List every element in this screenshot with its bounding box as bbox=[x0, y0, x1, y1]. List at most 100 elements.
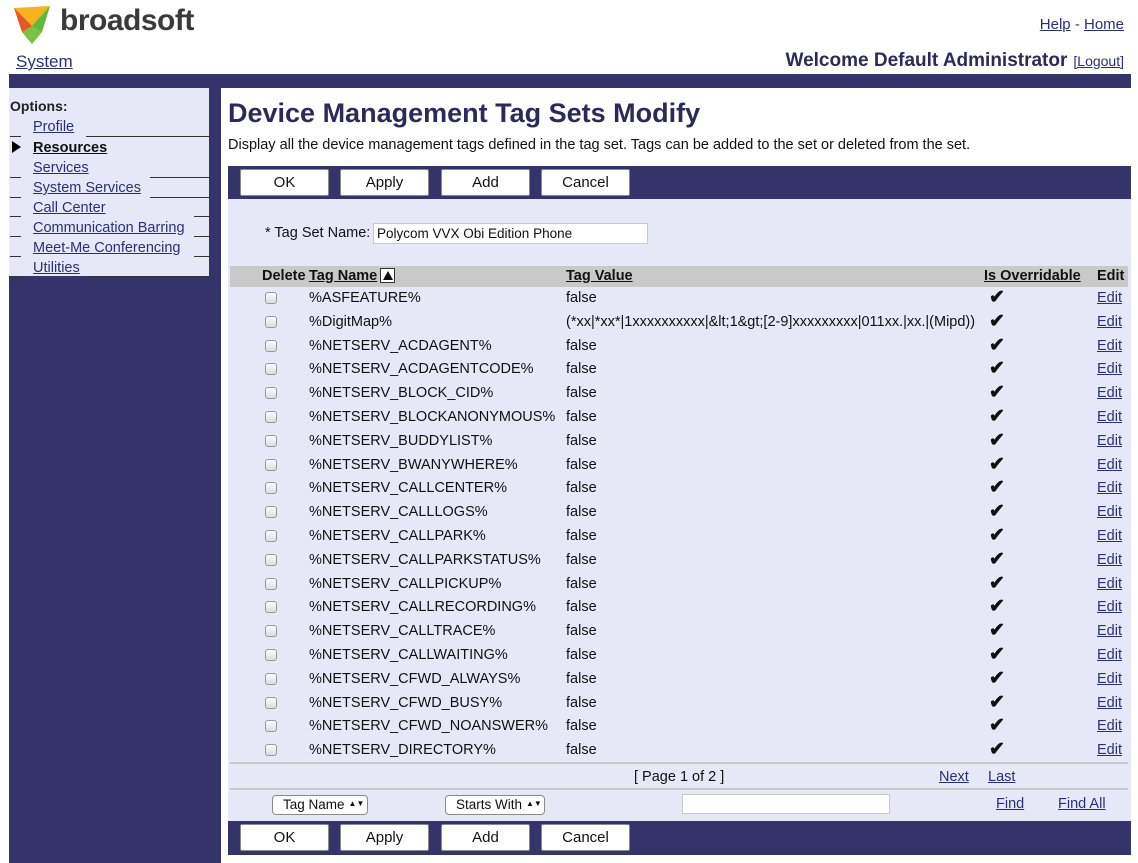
overridable-check-icon: ✔ bbox=[989, 644, 1005, 665]
overridable-check-icon: ✔ bbox=[989, 525, 1005, 546]
delete-checkbox[interactable] bbox=[265, 363, 277, 376]
ok-button[interactable]: OK bbox=[240, 169, 329, 196]
sidebar-item-meet-me-conferencing[interactable]: Meet-Me Conferencing bbox=[33, 240, 181, 256]
sidebar-item-profile[interactable]: Profile bbox=[33, 119, 74, 135]
home-link[interactable]: Home bbox=[1084, 16, 1124, 33]
edit-link[interactable]: Edit bbox=[1097, 480, 1122, 496]
table-row: %NETSERV_ACDAGENT% false ✔ Edit bbox=[230, 335, 1128, 359]
delete-checkbox[interactable] bbox=[265, 292, 277, 304]
table-row: %NETSERV_BWANYWHERE% false ✔ Edit bbox=[230, 454, 1128, 478]
edit-link[interactable]: Edit bbox=[1097, 338, 1122, 354]
last-page-link[interactable]: Last bbox=[988, 769, 1015, 785]
sidebar-item-resources[interactable]: Resources bbox=[33, 140, 107, 156]
logout-link[interactable]: [Logout] bbox=[1073, 53, 1124, 69]
edit-link[interactable]: Edit bbox=[1097, 433, 1122, 449]
delete-checkbox[interactable] bbox=[265, 506, 277, 519]
search-field-value: Tag Name bbox=[283, 797, 345, 812]
edit-link[interactable]: Edit bbox=[1097, 576, 1122, 592]
overridable-check-icon: ✔ bbox=[989, 382, 1005, 404]
sidebar-divider bbox=[86, 136, 209, 137]
edit-link[interactable]: Edit bbox=[1097, 314, 1122, 330]
delete-checkbox[interactable] bbox=[265, 482, 277, 495]
delete-checkbox[interactable] bbox=[265, 720, 277, 733]
sidebar-item-services[interactable]: Services bbox=[33, 160, 89, 176]
edit-link[interactable]: Edit bbox=[1097, 742, 1122, 758]
edit-link[interactable]: Edit bbox=[1097, 695, 1122, 711]
delete-checkbox[interactable] bbox=[265, 387, 277, 400]
edit-link[interactable]: Edit bbox=[1097, 552, 1122, 568]
edit-link[interactable]: Edit bbox=[1097, 361, 1122, 377]
delete-checkbox[interactable] bbox=[265, 553, 277, 566]
sidebar-item-system-services[interactable]: System Services bbox=[33, 180, 141, 196]
edit-link[interactable]: Edit bbox=[1097, 671, 1122, 687]
delete-checkbox[interactable] bbox=[265, 339, 277, 352]
edit-link[interactable]: Edit bbox=[1097, 718, 1122, 734]
table-row: %NETSERV_CFWD_NOANSWER% false ✔ Edit bbox=[230, 715, 1128, 739]
overridable-check-icon: ✔ bbox=[989, 406, 1005, 427]
search-input[interactable] bbox=[682, 794, 890, 814]
tag-value-cell: false bbox=[566, 551, 597, 568]
tag-value-cell: false bbox=[566, 670, 597, 687]
delete-checkbox[interactable] bbox=[265, 434, 277, 447]
overridable-check-icon: ✔ bbox=[989, 572, 1005, 594]
find-link[interactable]: Find bbox=[996, 796, 1024, 812]
tag-name-cell: %NETSERV_BLOCK_CID% bbox=[309, 385, 494, 402]
delete-checkbox[interactable] bbox=[265, 696, 277, 709]
tag-name-cell: %NETSERV_CALLLOGS% bbox=[309, 504, 488, 521]
edit-link[interactable]: Edit bbox=[1097, 409, 1122, 425]
tag-value-cell: false bbox=[566, 432, 597, 449]
edit-link[interactable]: Edit bbox=[1097, 528, 1122, 544]
tag-name-cell: %NETSERV_CALLWAITING% bbox=[309, 647, 508, 663]
delete-checkbox[interactable] bbox=[265, 458, 277, 471]
sidebar-item-utilities[interactable]: Utilities bbox=[33, 260, 80, 276]
cancel-button[interactable]: Cancel bbox=[541, 824, 630, 851]
tag-name-cell: %NETSERV_DIRECTORY% bbox=[309, 742, 496, 759]
edit-link[interactable]: Edit bbox=[1097, 504, 1122, 520]
table-row: %NETSERV_CALLWAITING% false ✔ Edit bbox=[230, 644, 1128, 668]
delete-checkbox[interactable] bbox=[265, 744, 277, 757]
column-header-is-overridable[interactable]: Is Overridable bbox=[984, 268, 1081, 284]
search-mode-select[interactable]: Starts With ▲▼ bbox=[445, 795, 546, 815]
help-link[interactable]: Help bbox=[1040, 16, 1071, 33]
sort-ascending-icon[interactable] bbox=[380, 268, 395, 283]
delete-checkbox[interactable] bbox=[265, 625, 277, 638]
system-link[interactable]: System bbox=[16, 52, 73, 72]
column-header-tag-value[interactable]: Tag Value bbox=[566, 268, 633, 284]
edit-link[interactable]: Edit bbox=[1097, 647, 1122, 663]
cancel-button[interactable]: Cancel bbox=[541, 169, 630, 196]
add-button[interactable]: Add bbox=[441, 824, 530, 851]
select-arrows-icon: ▲▼ bbox=[526, 799, 542, 809]
top-button-bar: OK Apply Add Cancel bbox=[228, 166, 1131, 199]
edit-link[interactable]: Edit bbox=[1097, 599, 1122, 615]
delete-checkbox[interactable] bbox=[265, 649, 277, 661]
edit-link[interactable]: Edit bbox=[1097, 457, 1122, 473]
column-header-tag-name[interactable]: Tag Name bbox=[309, 268, 377, 284]
next-page-link[interactable]: Next bbox=[939, 769, 969, 785]
add-button[interactable]: Add bbox=[441, 169, 530, 196]
apply-button[interactable]: Apply bbox=[340, 169, 429, 196]
sidebar-item-call-center[interactable]: Call Center bbox=[33, 200, 106, 216]
delete-checkbox[interactable] bbox=[265, 530, 277, 542]
overridable-check-icon: ✔ bbox=[989, 501, 1005, 523]
apply-button[interactable]: Apply bbox=[340, 824, 429, 851]
tag-value-cell: false bbox=[566, 647, 597, 663]
delete-checkbox[interactable] bbox=[265, 411, 277, 423]
delete-checkbox[interactable] bbox=[265, 672, 277, 685]
edit-link[interactable]: Edit bbox=[1097, 385, 1122, 401]
sidebar-divider bbox=[10, 136, 21, 137]
tag-name-cell: %NETSERV_BLOCKANONYMOUS% bbox=[309, 409, 556, 425]
tag-set-name-input[interactable] bbox=[373, 223, 648, 244]
table-row: %NETSERV_CALLRECORDING% false ✔ Edit bbox=[230, 596, 1128, 620]
sidebar-divider bbox=[194, 216, 209, 217]
delete-checkbox[interactable] bbox=[265, 315, 277, 328]
delete-checkbox[interactable] bbox=[265, 577, 277, 590]
ok-button[interactable]: OK bbox=[240, 824, 329, 851]
sidebar-item-communication-barring[interactable]: Communication Barring bbox=[33, 220, 185, 236]
search-field-select[interactable]: Tag Name ▲▼ bbox=[272, 795, 368, 815]
edit-link[interactable]: Edit bbox=[1097, 290, 1122, 306]
delete-checkbox[interactable] bbox=[265, 601, 277, 614]
welcome-text: Welcome Default Administrator bbox=[785, 50, 1068, 71]
find-all-link[interactable]: Find All bbox=[1058, 796, 1106, 812]
sidebar-divider bbox=[194, 236, 209, 237]
edit-link[interactable]: Edit bbox=[1097, 623, 1122, 639]
